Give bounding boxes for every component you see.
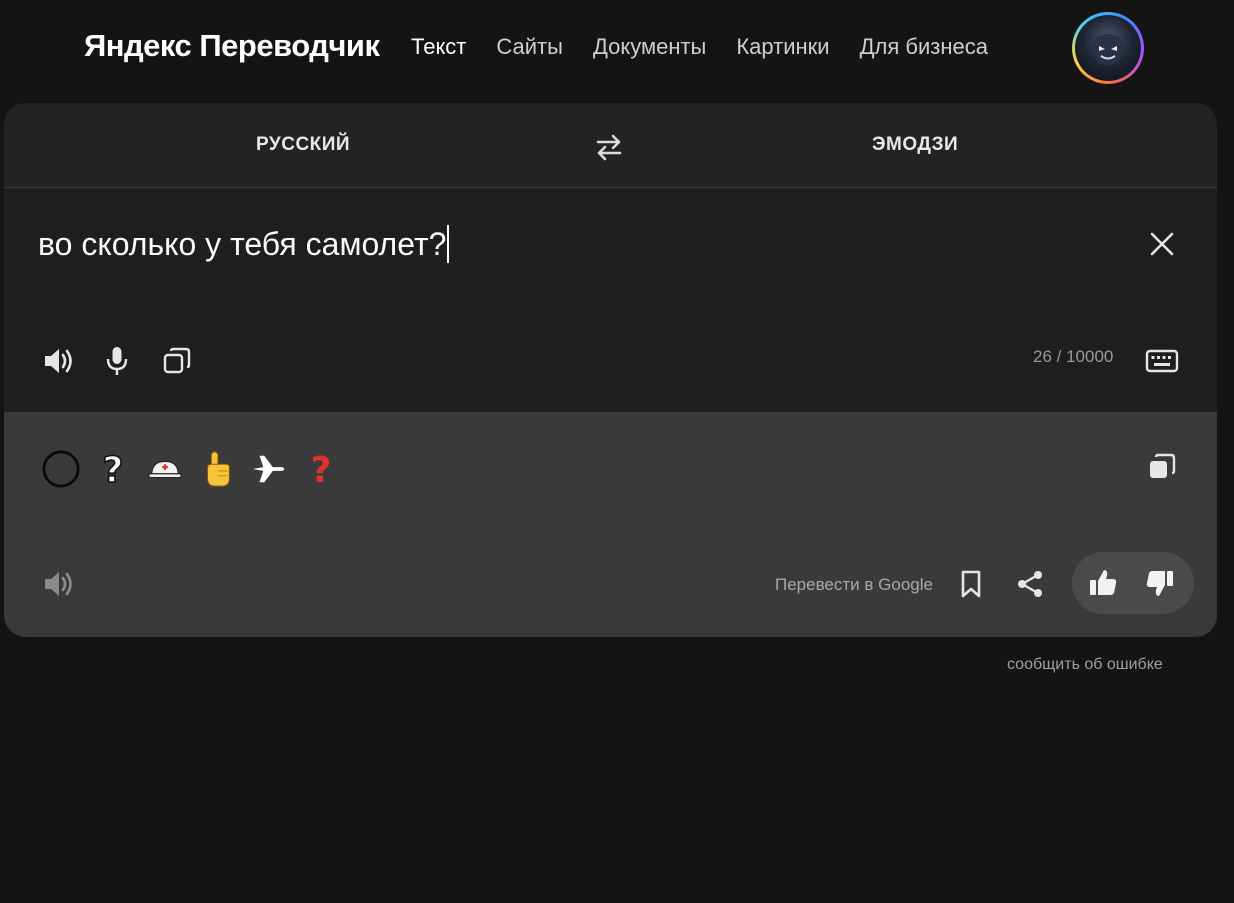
nav-tab-sites[interactable]: Сайты (496, 34, 563, 60)
emoji-airplane (250, 450, 288, 488)
emoji-helmet (146, 450, 184, 488)
emoji-circle (42, 450, 80, 488)
nav-tab-business[interactable]: Для бизнеса (860, 34, 988, 60)
share-icon (1018, 571, 1042, 597)
character-counter: 26 / 10000 (1033, 347, 1114, 366)
speaker-icon (45, 572, 72, 596)
bookmark-button[interactable] (954, 567, 988, 601)
source-text-input[interactable]: во сколько у тебя самолет? (38, 225, 450, 263)
source-text: во сколько у тебя самолет? (38, 226, 447, 262)
translation-listen-button[interactable] (42, 567, 76, 601)
source-copy-button[interactable] (160, 344, 194, 378)
swap-languages-button[interactable] (592, 130, 626, 164)
translation-result: ? ? (42, 449, 340, 489)
header: Яндекс Переводчик Текст Сайты Документы … (0, 0, 1234, 100)
nav-tab-images[interactable]: Картинки (736, 34, 829, 60)
translation-copy-button[interactable] (1145, 450, 1179, 484)
svg-text:?: ? (311, 450, 332, 489)
like-button[interactable] (1086, 566, 1120, 600)
translator-panel: РУССКИЙ ЭМОДЗИ во сколько у тебя самолет… (4, 103, 1217, 637)
clear-button[interactable] (1147, 229, 1177, 259)
thumbs-down-icon (1146, 571, 1173, 596)
translate-in-google-link[interactable]: Перевести в Google (775, 575, 933, 595)
thumbs-up-icon (1090, 570, 1117, 595)
close-icon (1150, 232, 1174, 256)
avatar-image (1075, 15, 1141, 81)
source-listen-button[interactable] (42, 344, 76, 378)
source-input-area[interactable]: во сколько у тебя самолет? 26 / 10000 (4, 189, 1217, 412)
nav-tab-documents[interactable]: Документы (593, 34, 706, 60)
target-language-selector[interactable]: ЭМОДЗИ (872, 134, 958, 156)
text-caret (447, 225, 450, 263)
emoji-pointing-up (198, 450, 236, 488)
main-nav: Текст Сайты Документы Картинки Для бизне… (411, 34, 988, 60)
source-language-selector[interactable]: РУССКИЙ (256, 134, 350, 156)
nav-tab-text[interactable]: Текст (411, 34, 466, 60)
microphone-icon (106, 347, 128, 375)
avatar[interactable] (1072, 12, 1144, 84)
translation-output-area: ? ? Перевести в Google (4, 412, 1217, 637)
share-button[interactable] (1013, 567, 1047, 601)
copy-icon (1150, 453, 1176, 478)
report-error-link[interactable]: сообщить об ошибке (1007, 656, 1163, 674)
copy-icon (163, 347, 191, 374)
bookmark-icon (961, 570, 981, 598)
logo[interactable]: Яндекс Переводчик (84, 28, 380, 64)
emoji-white-question: ? (94, 449, 132, 489)
microphone-button[interactable] (100, 344, 134, 378)
dislike-button[interactable] (1143, 566, 1177, 600)
rating-group (1072, 552, 1194, 614)
swap-arrows-icon (596, 134, 622, 161)
speaker-icon (45, 349, 72, 373)
emoji-red-question: ? (302, 450, 340, 489)
language-bar: РУССКИЙ ЭМОДЗИ (4, 103, 1217, 188)
virtual-keyboard-button[interactable] (1145, 344, 1179, 378)
svg-text:?: ? (103, 450, 124, 489)
keyboard-icon (1145, 349, 1179, 373)
